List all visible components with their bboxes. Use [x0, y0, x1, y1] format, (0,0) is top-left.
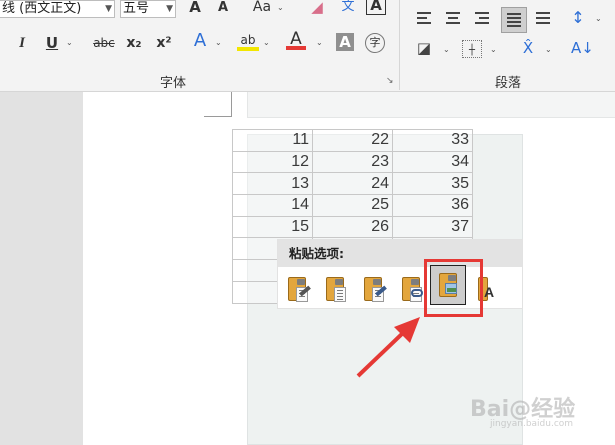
highlight-button[interactable]: ab — [237, 30, 259, 51]
align-right-icon[interactable] — [472, 9, 492, 29]
text-only-glyph: A — [484, 284, 495, 300]
merge-formatting-button[interactable] — [361, 273, 387, 305]
shrink-font-button[interactable]: A — [214, 0, 232, 18]
annotation-arrow — [356, 317, 420, 378]
table-cell[interactable]: 35 — [392, 172, 473, 196]
link-icon — [411, 289, 423, 297]
table-cell[interactable]: 34 — [392, 150, 473, 174]
chinese-layout-icon[interactable]: X̂ — [517, 38, 539, 58]
italic-button[interactable]: I — [14, 33, 30, 53]
dragged-table-ghost-top — [247, 92, 615, 118]
chevron-down-icon[interactable]: ▼ — [166, 1, 173, 17]
enclose-characters-button[interactable]: 字 — [365, 33, 385, 53]
character-shading-button[interactable]: A — [336, 33, 354, 51]
subscript-button[interactable]: x₂ — [123, 33, 145, 53]
table-cell[interactable]: 13 — [232, 172, 313, 196]
keep-source-linked-button[interactable] — [399, 273, 425, 305]
paste-options-menu: 粘贴选项: A — [277, 239, 523, 309]
font-color-label: A — [290, 29, 302, 49]
font-group-label: 字体 — [160, 76, 187, 91]
table-cell[interactable]: 24 — [312, 172, 393, 196]
table-cell[interactable]: 11 — [232, 129, 313, 152]
chevron-down-icon[interactable]: ⌄ — [595, 14, 602, 23]
margin-corner-mark — [204, 116, 232, 117]
keep-source-formatting-button[interactable] — [285, 273, 311, 305]
group-separator — [399, 0, 400, 90]
highlight-label: ab — [240, 33, 256, 47]
line-spacing-icon[interactable]: ↕ — [568, 8, 588, 28]
font-dialog-launcher-icon[interactable]: ↘ — [386, 76, 396, 86]
table-row[interactable]: 15 26 37 — [232, 215, 473, 239]
table-cell[interactable]: 22 — [312, 129, 393, 152]
paragraph-group-label: 段落 — [495, 76, 522, 91]
ribbon: 线 (西文正文) ▼ 五号 ▼ A A Aa ⌄ ◢ 文 A I U ⌄ abc… — [0, 0, 615, 92]
table-row[interactable]: 13 24 35 — [232, 172, 473, 196]
sort-icon[interactable]: A↓ — [571, 38, 594, 58]
clipboard-icon — [326, 277, 346, 302]
use-destination-styles-button[interactable] — [323, 273, 349, 305]
highlight-annotation-box — [424, 259, 483, 317]
chevron-down-icon[interactable]: ⌄ — [545, 45, 552, 54]
word-window: 线 (西文正文) ▼ 五号 ▼ A A Aa ⌄ ◢ 文 A I U ⌄ abc… — [0, 0, 615, 445]
chevron-down-icon[interactable]: ⌄ — [215, 38, 222, 47]
highlight-color-bar — [237, 47, 259, 51]
shading-bucket-icon[interactable]: ◪ — [414, 38, 434, 58]
align-center-icon[interactable] — [443, 9, 463, 29]
table-cell[interactable]: 36 — [392, 194, 473, 217]
table-row[interactable]: 12 23 34 — [232, 150, 473, 174]
table-cell[interactable]: 12 — [232, 150, 313, 174]
table-cell[interactable]: 23 — [312, 150, 393, 174]
font-size-combo[interactable]: 五号 ▼ — [120, 0, 176, 18]
watermark-domain: jingyan.baidu.com — [490, 419, 574, 429]
character-border-button[interactable]: A — [366, 0, 386, 15]
align-left-icon[interactable] — [414, 9, 434, 29]
document-margin-gray — [0, 92, 83, 445]
phonetic-guide-button[interactable]: 文 — [339, 0, 357, 17]
table-cell[interactable]: 14 — [232, 194, 313, 217]
paste-options-title: 粘贴选项: — [278, 240, 522, 267]
superscript-button[interactable]: x² — [153, 33, 175, 53]
clear-formatting-icon[interactable]: ◢ — [307, 0, 327, 17]
chevron-down-icon[interactable]: ⌄ — [443, 45, 450, 54]
table-cell[interactable]: 26 — [312, 215, 393, 239]
chevron-down-icon[interactable]: ▼ — [105, 1, 112, 17]
grow-font-button[interactable]: A — [186, 0, 204, 17]
font-name-combo[interactable]: 线 (西文正文) ▼ — [0, 0, 115, 18]
change-case-button[interactable]: Aa — [250, 0, 274, 17]
chevron-down-icon[interactable]: ⌄ — [66, 38, 73, 47]
table-cell[interactable]: 15 — [232, 215, 313, 239]
font-name-value: 线 (西文正文) — [2, 1, 82, 16]
chevron-down-icon[interactable]: ⌄ — [263, 38, 270, 47]
font-color-button[interactable]: A — [286, 29, 306, 50]
borders-icon[interactable]: ┼ — [462, 40, 482, 58]
chevron-down-icon[interactable]: ⌄ — [490, 45, 497, 54]
justify-icon[interactable] — [501, 7, 527, 33]
strikethrough-button[interactable]: abc — [91, 33, 117, 53]
margin-corner-mark — [231, 92, 232, 116]
table-cell[interactable]: 25 — [312, 194, 393, 217]
table-cell[interactable]: 33 — [392, 129, 473, 152]
table-row[interactable]: 14 25 36 — [232, 194, 473, 217]
table-row[interactable]: 11 22 33 — [232, 129, 473, 152]
table-cell[interactable]: 37 — [392, 215, 473, 239]
font-size-value: 五号 — [123, 1, 150, 16]
watermark: Bai@经验 jingyan.baidu.com — [470, 391, 575, 429]
underline-button[interactable]: U — [44, 33, 60, 53]
chevron-down-icon[interactable]: ⌄ — [316, 38, 323, 47]
chevron-down-icon[interactable]: ⌄ — [277, 3, 284, 12]
distributed-align-icon[interactable] — [533, 9, 553, 29]
text-effects-button[interactable]: A — [190, 31, 210, 51]
